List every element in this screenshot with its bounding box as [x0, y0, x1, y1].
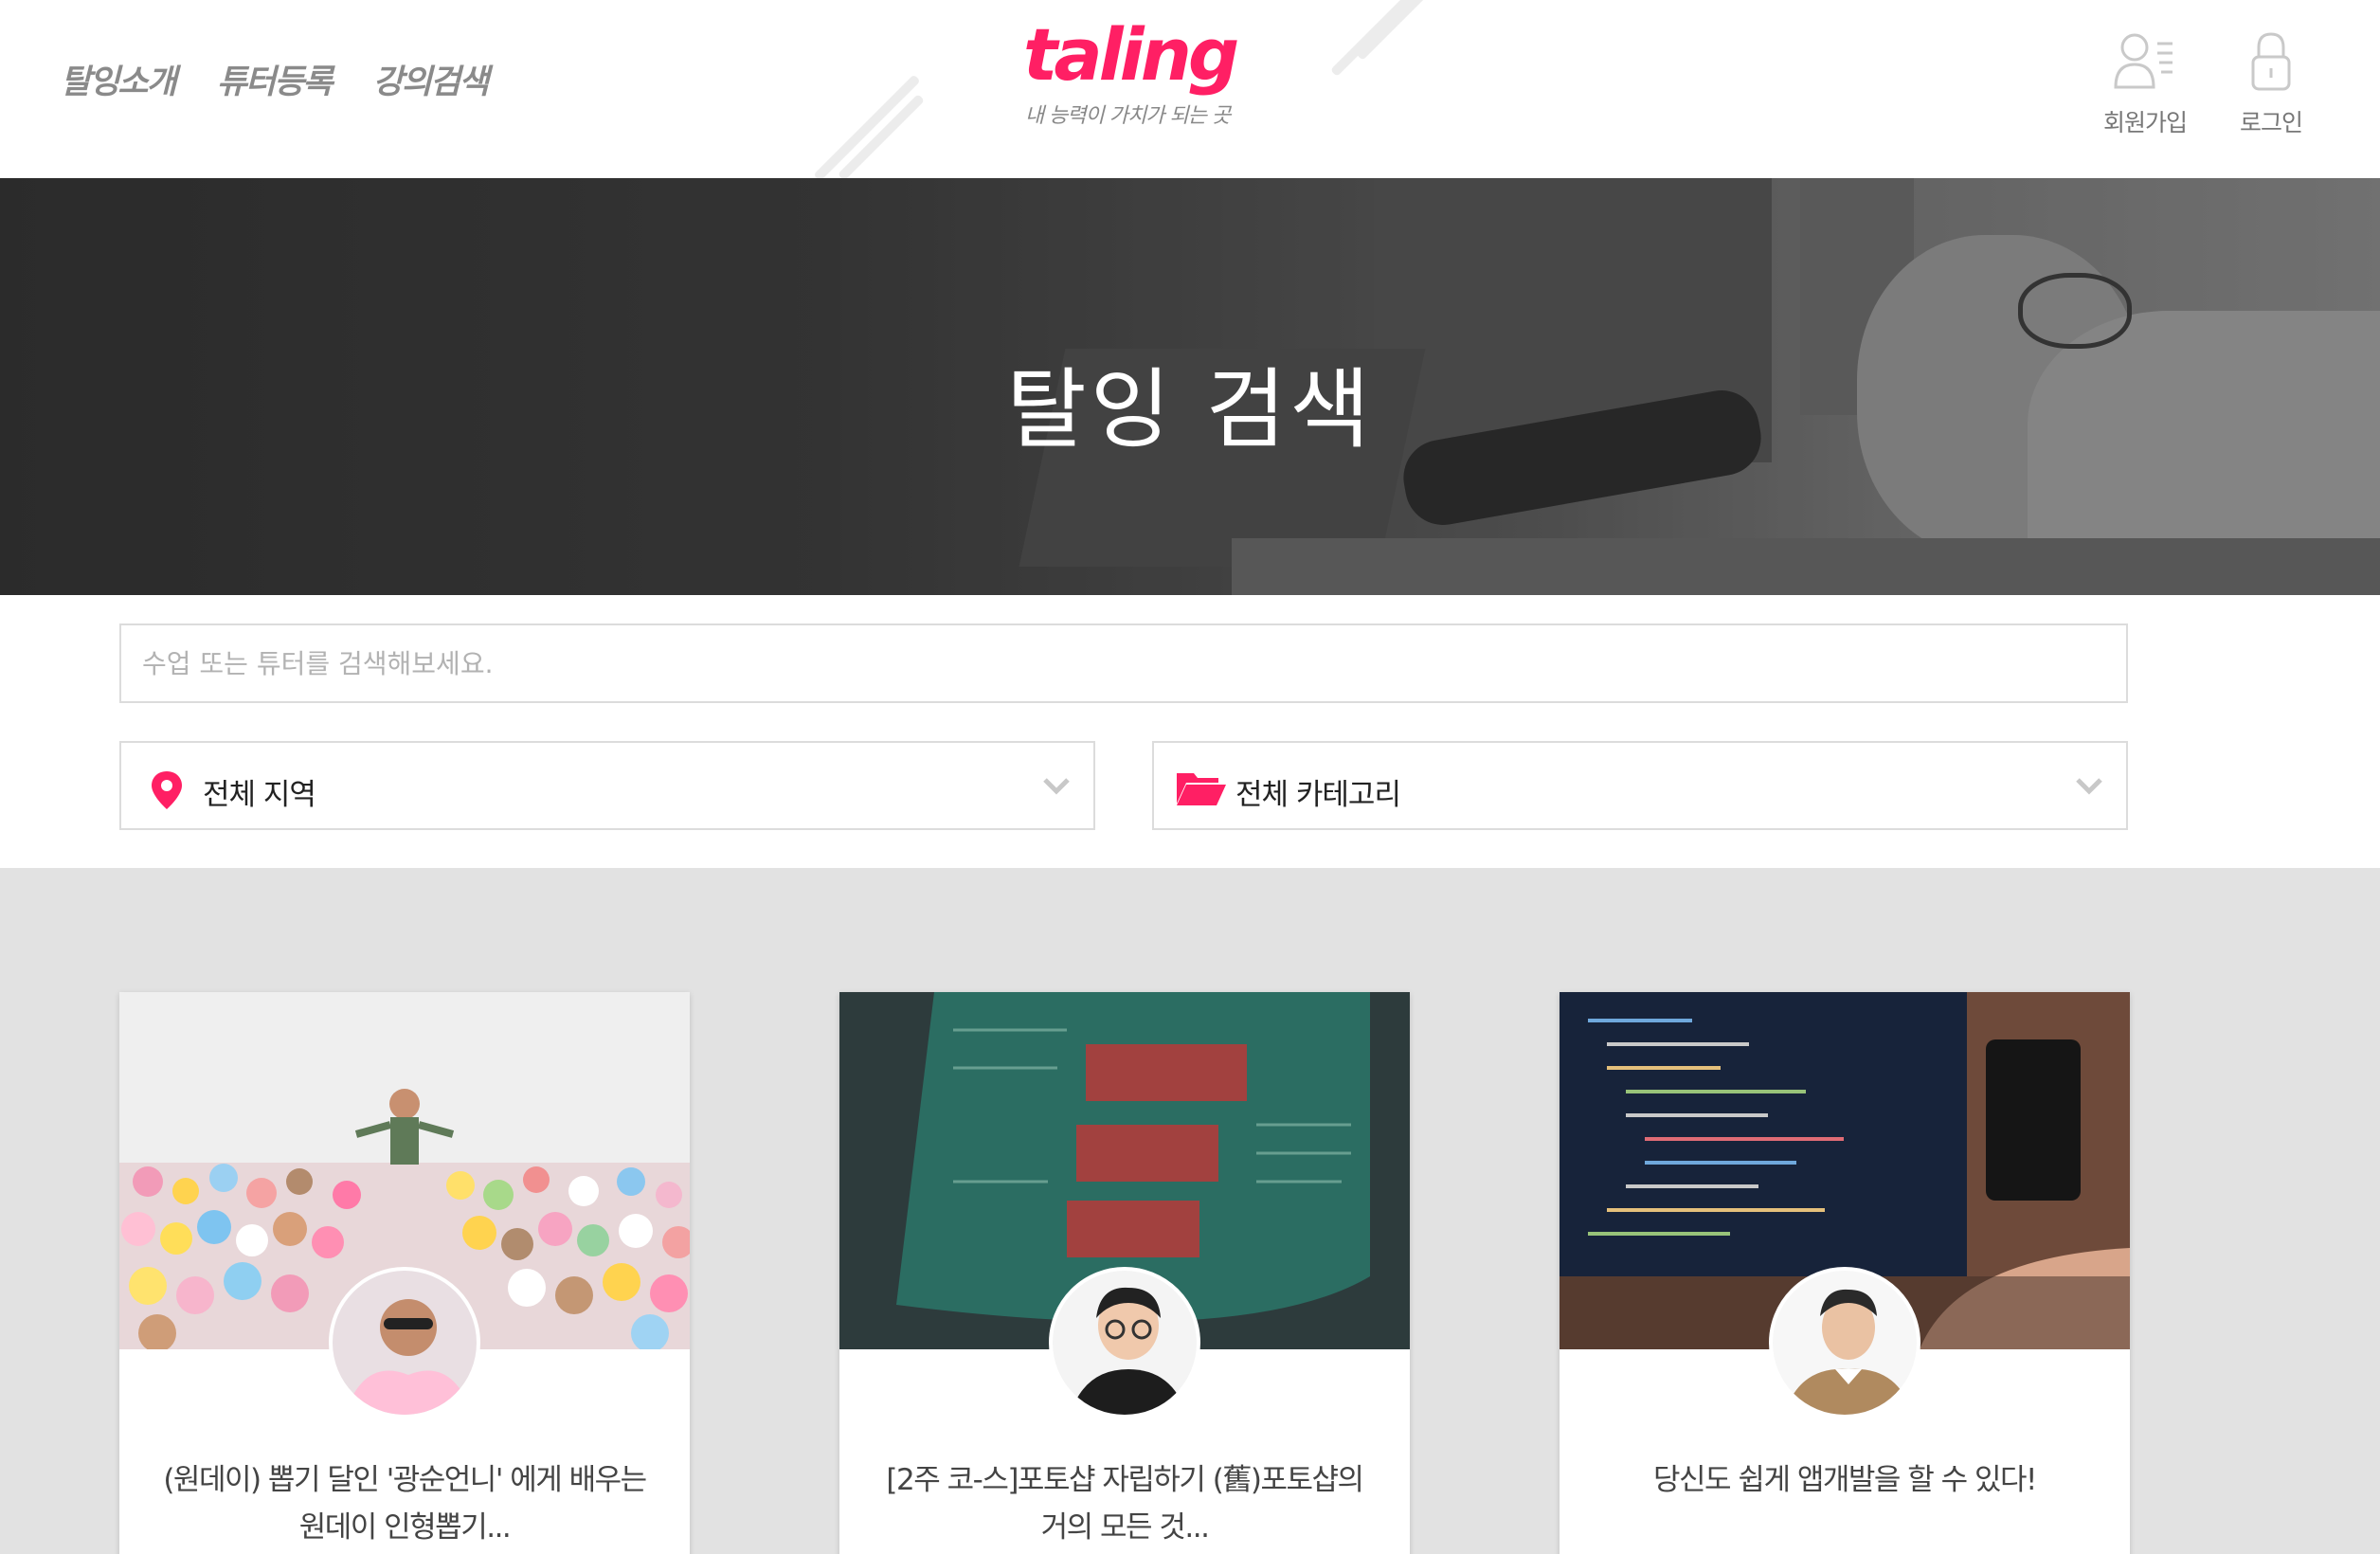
login-button[interactable]: 로그인 [2238, 28, 2304, 138]
class-title-line: [2주 코-스]포토샵 자립하기 (舊)포토샵의 [886, 1463, 1364, 1497]
decorative-stripe [813, 74, 921, 182]
main-nav: 탈잉소개 튜터등록 강의검색 [61, 55, 490, 103]
class-title: [2주 코-스]포토샵 자립하기 (舊)포토샵의 거의 모든 것... [877, 1456, 1372, 1551]
tutor-avatar [1049, 1267, 1200, 1418]
signup-button[interactable]: 회원가입 [2102, 28, 2188, 138]
tutor-avatar [1769, 1267, 1920, 1418]
signup-label: 회원가입 [2102, 109, 2188, 136]
hero-banner: 탈잉 검색 [0, 178, 2380, 595]
search-input[interactable] [119, 623, 2128, 703]
site-header: 탈잉소개 튜터등록 강의검색 taling 내 능력이 가치가 되는 곳 회원가… [0, 0, 2380, 182]
page-title: 탈잉 검색 [1006, 359, 1374, 461]
folder-open-icon [1177, 773, 1226, 805]
class-title-line: 거의 모든 것... [1040, 1510, 1210, 1545]
header-actions: 회원가입 로그인 [2103, 28, 2304, 138]
region-select[interactable]: 전체 지역 [119, 741, 1095, 830]
class-card[interactable]: [2주 코-스]포토샵 자립하기 (舊)포토샵의 거의 모든 것... [839, 992, 1410, 1554]
login-label: 로그인 [2239, 109, 2303, 136]
region-select-value: 전체 지역 [203, 778, 316, 812]
nav-class-search[interactable]: 강의검색 [373, 55, 490, 103]
nav-about[interactable]: 탈잉소개 [61, 55, 177, 103]
location-pin-icon [152, 771, 182, 809]
class-card[interactable]: (원데이) 뽑기 달인 '광순언니' 에게 배우는 원데이 인형뽑기... [119, 992, 690, 1554]
logo-tagline: 내 능력이 가치가 되는 곳 [1024, 104, 1231, 128]
logo[interactable]: taling 내 능력이 가치가 되는 곳 [1023, 12, 1239, 129]
class-card[interactable]: 당신도 쉽게 앱개발을 할 수 있다! [1560, 992, 2130, 1554]
chevron-down-icon [1043, 778, 1070, 795]
tutor-avatar [329, 1267, 480, 1418]
class-title-line: 원데이 인형뽑기... [298, 1510, 512, 1545]
class-title: 당신도 쉽게 앱개발을 할 수 있다! [1597, 1456, 2092, 1504]
category-select[interactable]: 전체 카테고리 [1152, 741, 2128, 830]
nav-tutor-register[interactable]: 튜터등록 [217, 55, 334, 103]
logo-word: taling [1023, 12, 1239, 97]
class-title-line: (원데이) 뽑기 달인 '광순언니' 에게 배우는 [163, 1463, 647, 1497]
chevron-down-icon [2076, 778, 2102, 795]
lock-icon [2251, 32, 2291, 91]
class-title: (원데이) 뽑기 달인 '광순언니' 에게 배우는 원데이 인형뽑기... [157, 1456, 652, 1551]
user-list-icon [2114, 33, 2173, 89]
class-title-line: 당신도 쉽게 앱개발을 할 수 있다! [1653, 1463, 2037, 1497]
category-select-value: 전체 카테고리 [1235, 778, 1401, 812]
